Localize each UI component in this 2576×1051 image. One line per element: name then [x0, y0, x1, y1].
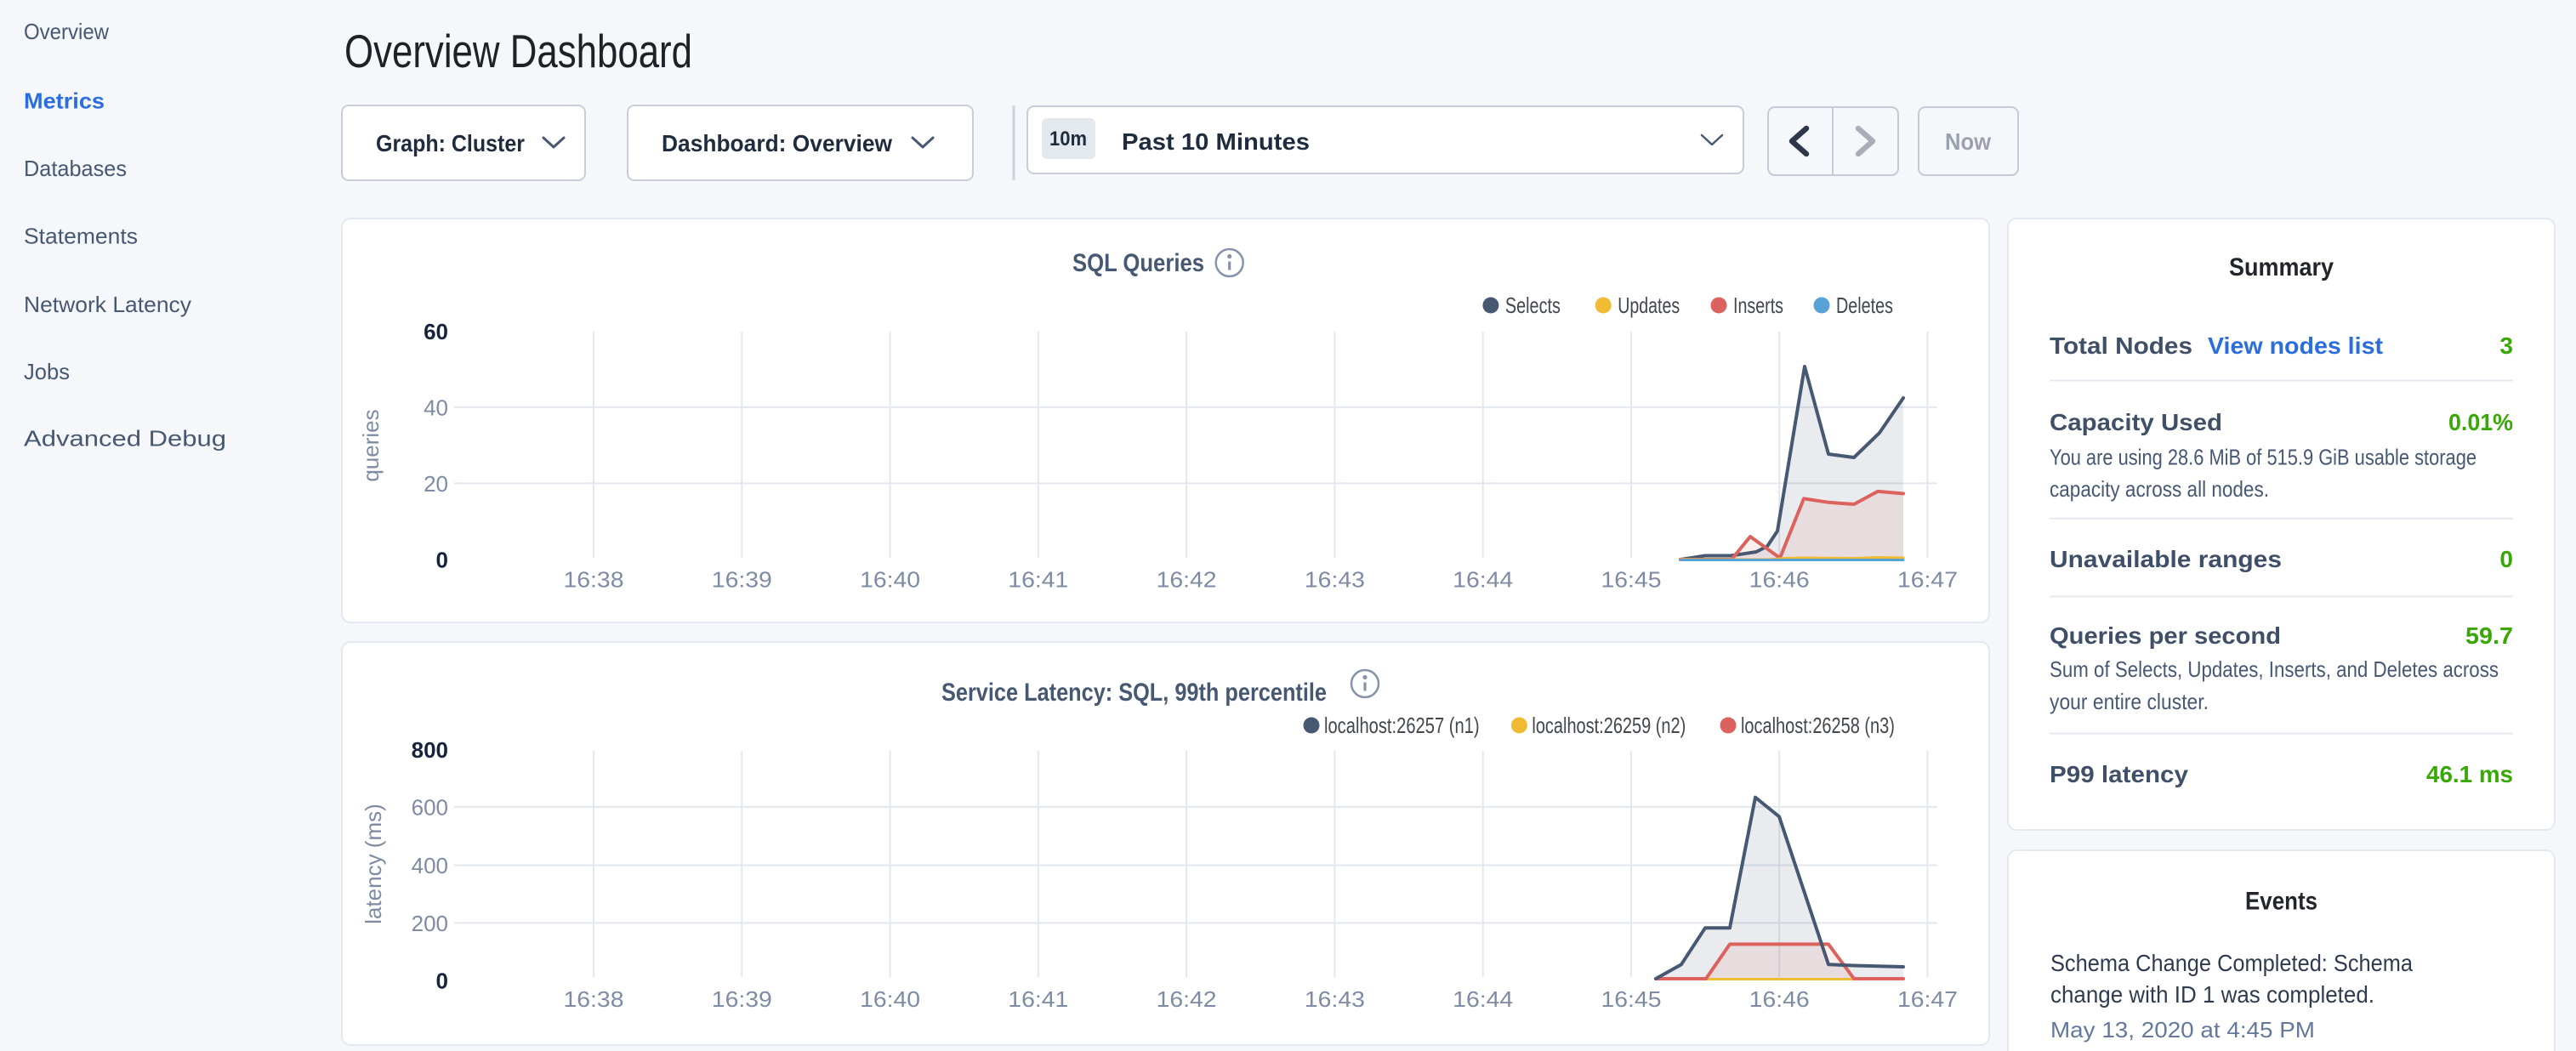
svg-text:200: 200: [412, 911, 448, 936]
svg-text:capacity across all nodes.: capacity across all nodes.: [2050, 476, 2269, 502]
svg-text:Inserts: Inserts: [1733, 293, 1783, 318]
svg-text:20: 20: [424, 471, 448, 497]
svg-text:59.7: 59.7: [2465, 622, 2513, 649]
svg-text:16:45: 16:45: [1601, 567, 1662, 593]
svg-text:40: 40: [424, 395, 448, 420]
svg-text:You are using 28.6 MiB of 515.: You are using 28.6 MiB of 515.9 GiB usab…: [2050, 445, 2476, 470]
svg-text:View nodes list: View nodes list: [2208, 332, 2383, 359]
svg-text:16:46: 16:46: [1749, 567, 1810, 593]
svg-text:latency (ms): latency (ms): [361, 804, 386, 924]
svg-text:Selects: Selects: [1505, 293, 1561, 318]
svg-text:16:43: 16:43: [1305, 986, 1365, 1012]
svg-text:Overview: Overview: [24, 19, 109, 44]
svg-text:16:47: 16:47: [1897, 986, 1958, 1012]
svg-text:Updates: Updates: [1618, 293, 1680, 318]
svg-text:16:45: 16:45: [1601, 986, 1662, 1012]
svg-text:Summary: Summary: [2229, 253, 2334, 281]
svg-text:Schema Change Completed: Schem: Schema Change Completed: Schema: [2050, 950, 2413, 976]
svg-text:Past 10 Minutes: Past 10 Minutes: [1122, 128, 1310, 155]
svg-text:SQL Queries: SQL Queries: [1072, 249, 1204, 277]
svg-text:3: 3: [2499, 332, 2513, 359]
svg-text:Service Latency: SQL, 99th per: Service Latency: SQL, 99th percentile: [941, 679, 1327, 707]
svg-text:10m: 10m: [1049, 128, 1087, 151]
svg-text:localhost:26258 (n3): localhost:26258 (n3): [1741, 713, 1895, 738]
svg-text:600: 600: [412, 794, 448, 820]
svg-text:16:40: 16:40: [860, 986, 920, 1012]
svg-text:16:40: 16:40: [860, 567, 920, 593]
svg-text:16:46: 16:46: [1749, 986, 1810, 1012]
svg-text:change with ID 1 was completed: change with ID 1 was completed.: [2050, 981, 2374, 1008]
svg-text:P99 latency: P99 latency: [2050, 761, 2188, 787]
svg-text:Advanced Debug: Advanced Debug: [24, 426, 226, 452]
svg-text:16:39: 16:39: [712, 567, 772, 593]
svg-text:16:47: 16:47: [1897, 567, 1958, 593]
svg-text:16:44: 16:44: [1453, 567, 1513, 593]
svg-text:Deletes: Deletes: [1836, 293, 1893, 318]
svg-text:Unavailable ranges: Unavailable ranges: [2050, 546, 2282, 572]
svg-text:400: 400: [412, 853, 448, 878]
svg-text:46.1 ms: 46.1 ms: [2426, 761, 2513, 787]
svg-text:0.01%: 0.01%: [2448, 409, 2513, 435]
svg-text:0: 0: [436, 548, 448, 573]
svg-text:16:41: 16:41: [1008, 567, 1068, 593]
svg-text:16:41: 16:41: [1008, 986, 1068, 1012]
svg-text:16:42: 16:42: [1157, 986, 1217, 1012]
svg-text:Dashboard: Overview: Dashboard: Overview: [662, 130, 892, 156]
svg-text:Graph: Cluster: Graph: Cluster: [376, 130, 525, 156]
svg-text:Overview Dashboard: Overview Dashboard: [344, 25, 692, 77]
svg-text:16:39: 16:39: [712, 986, 772, 1012]
svg-text:Sum of Selects, Updates, Inser: Sum of Selects, Updates, Inserts, and De…: [2050, 656, 2499, 682]
svg-text:Metrics: Metrics: [24, 88, 105, 113]
svg-text:0: 0: [2499, 546, 2513, 572]
svg-text:May 13, 2020 at 4:45 PM: May 13, 2020 at 4:45 PM: [2050, 1017, 2315, 1042]
svg-text:16:38: 16:38: [564, 986, 624, 1012]
svg-text:your entire cluster.: your entire cluster.: [2050, 689, 2209, 714]
svg-text:Queries per second: Queries per second: [2050, 622, 2281, 649]
svg-text:Statements: Statements: [24, 224, 138, 249]
svg-text:16:43: 16:43: [1305, 567, 1365, 593]
svg-text:Jobs: Jobs: [24, 359, 70, 384]
svg-text:Capacity Used: Capacity Used: [2050, 409, 2222, 435]
svg-text:Events: Events: [2245, 888, 2317, 916]
svg-text:0: 0: [436, 968, 448, 993]
svg-text:Total Nodes: Total Nodes: [2050, 332, 2192, 359]
svg-text:16:42: 16:42: [1157, 567, 1217, 593]
svg-text:800: 800: [412, 737, 448, 763]
svg-text:Databases: Databases: [24, 156, 127, 181]
svg-text:60: 60: [424, 319, 448, 344]
svg-text:localhost:26259 (n2): localhost:26259 (n2): [1532, 713, 1686, 738]
svg-text:Now: Now: [1945, 128, 1991, 155]
svg-text:Network Latency: Network Latency: [24, 292, 191, 317]
svg-text:16:38: 16:38: [564, 567, 624, 593]
svg-text:localhost:26257 (n1): localhost:26257 (n1): [1324, 713, 1480, 738]
svg-text:16:44: 16:44: [1453, 986, 1513, 1012]
svg-text:queries: queries: [358, 409, 384, 481]
